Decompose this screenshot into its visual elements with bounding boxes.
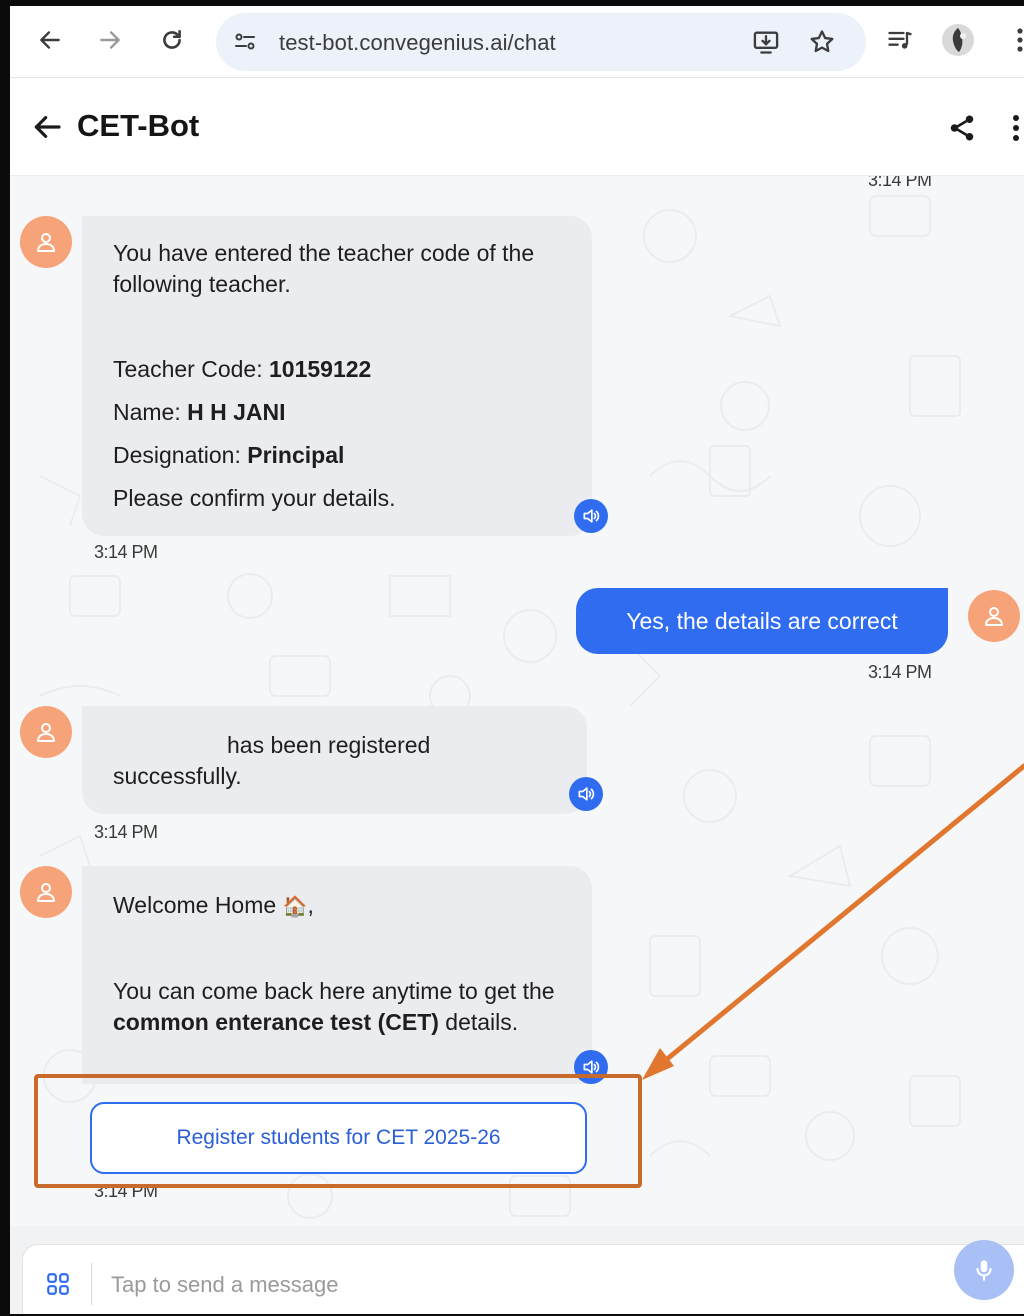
more-icon[interactable] [1006, 110, 1024, 146]
media-icon[interactable] [880, 20, 920, 60]
star-icon[interactable] [806, 26, 838, 58]
annotation-arrow [642, 763, 1024, 1080]
url-text[interactable]: test-bot.convegenius.ai/chat [279, 30, 556, 56]
back-arrow-icon[interactable] [28, 108, 66, 146]
site-settings-icon[interactable] [230, 27, 260, 57]
grid-icon[interactable] [43, 1269, 73, 1299]
menu-icon[interactable] [1000, 20, 1024, 60]
share-icon[interactable] [944, 110, 980, 146]
chat-header: CET-Bot [10, 78, 1024, 176]
browser-toolbar: test-bot.convegenius.ai/chat [10, 6, 1024, 78]
forward-arrow-icon[interactable] [90, 20, 130, 60]
chat-area[interactable]: 3:14 PM You have entered the teacher cod… [10, 176, 1024, 1226]
message-input[interactable] [111, 1265, 811, 1305]
screenshot-frame: test-bot.convegenius.ai/chat CET-Bot 3:1… [0, 0, 1024, 1316]
message-composer [22, 1244, 1024, 1314]
divider [91, 1263, 92, 1305]
address-bar[interactable]: test-bot.convegenius.ai/chat [216, 13, 866, 71]
mic-icon[interactable] [954, 1240, 1014, 1300]
back-arrow-icon[interactable] [30, 20, 70, 60]
reload-icon[interactable] [152, 20, 192, 60]
install-icon[interactable] [750, 26, 782, 58]
profile-icon[interactable] [938, 20, 978, 60]
composer-area [10, 1226, 1024, 1314]
page-title: CET-Bot [77, 108, 200, 143]
